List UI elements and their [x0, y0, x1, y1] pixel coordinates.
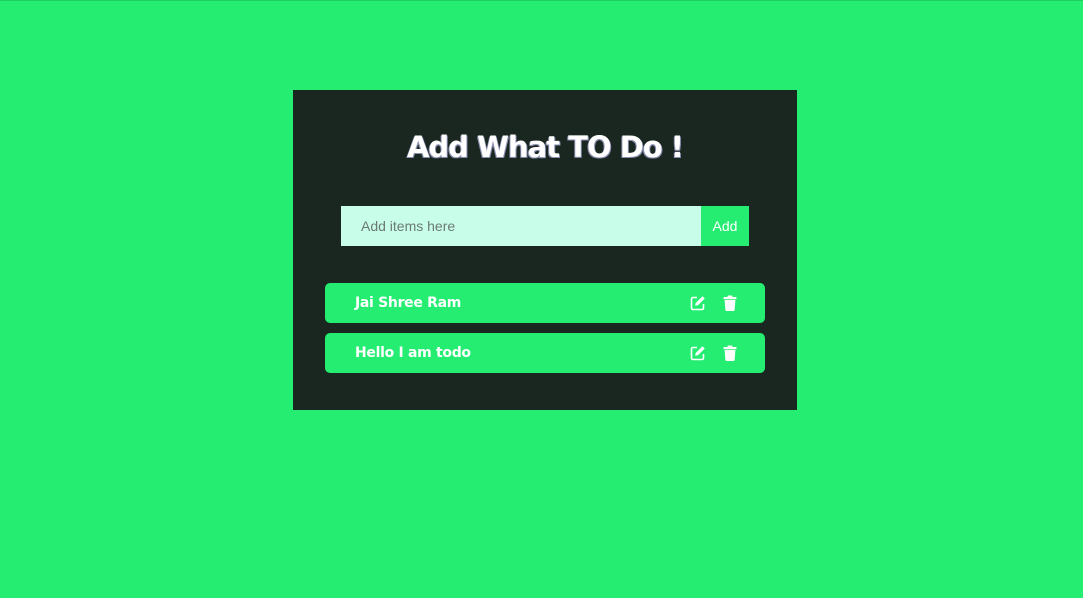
todo-item: Hello I am todo	[325, 333, 765, 373]
edit-icon[interactable]	[689, 344, 707, 362]
trash-icon[interactable]	[721, 294, 739, 312]
todo-actions	[689, 294, 739, 312]
todo-text: Jai Shree Ram	[355, 295, 462, 311]
trash-icon[interactable]	[721, 344, 739, 362]
page-background: Add What TO Do ! Add Jai Shree Ram	[0, 0, 1083, 598]
edit-icon[interactable]	[689, 294, 707, 312]
todo-item: Jai Shree Ram	[325, 283, 765, 323]
todo-card: Add What TO Do ! Add Jai Shree Ram	[293, 90, 797, 410]
add-item-form: Add	[341, 206, 749, 246]
todo-actions	[689, 344, 739, 362]
page-title: Add What TO Do !	[406, 130, 684, 164]
todo-list: Jai Shree Ram Hello I am todo	[325, 283, 765, 383]
todo-text: Hello I am todo	[355, 345, 471, 361]
add-item-input[interactable]	[341, 206, 701, 246]
add-button[interactable]: Add	[701, 206, 749, 246]
